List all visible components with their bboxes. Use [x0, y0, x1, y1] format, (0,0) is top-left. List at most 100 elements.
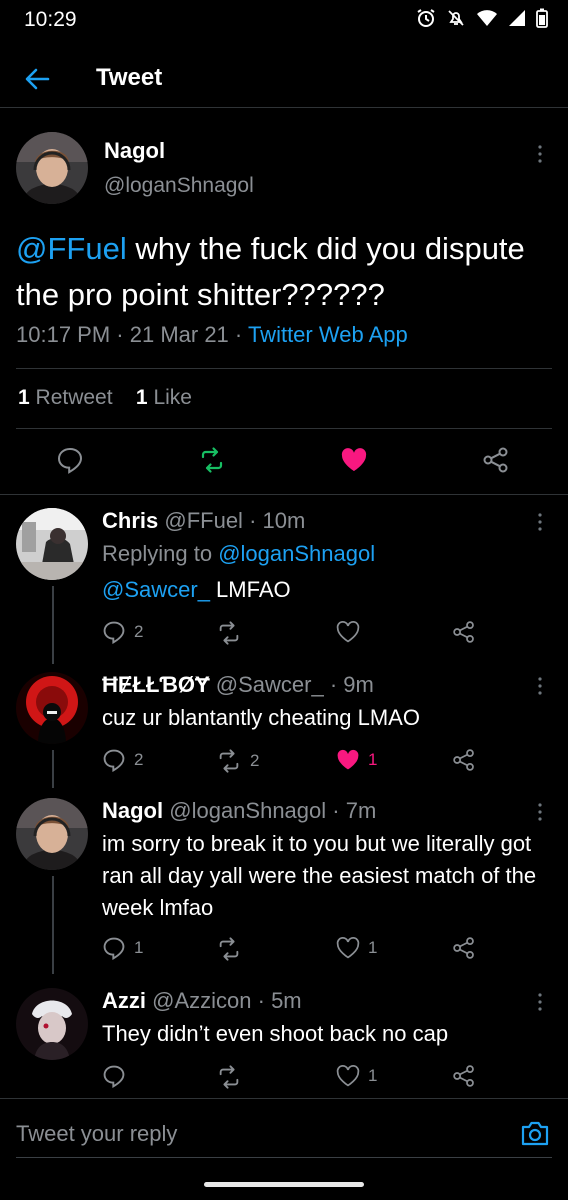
- more-options-icon[interactable]: [530, 512, 550, 532]
- reply-icon: [103, 937, 125, 960]
- reply-input[interactable]: Tweet your reply: [16, 1121, 177, 1147]
- reply-button[interactable]: 2: [102, 620, 143, 644]
- share-button[interactable]: [452, 748, 476, 772]
- reply-icon: [103, 1065, 125, 1088]
- avatar[interactable]: [16, 988, 88, 1060]
- author-handle[interactable]: @loganShnagol: [104, 174, 254, 198]
- reply-button[interactable]: 1: [102, 936, 143, 960]
- reply-icon: [103, 621, 125, 644]
- reply-button[interactable]: 2: [102, 748, 143, 772]
- retweet-icon: [219, 937, 239, 961]
- signal-icon: [509, 10, 525, 26]
- tweet-text: @FFuel why the fuck did you dispute the …: [16, 226, 556, 318]
- reply-time: 10m: [262, 508, 306, 533]
- avatar[interactable]: [16, 132, 88, 204]
- tweet-meta: 10:17 PM · 21 Mar 21 · Twitter Web App: [16, 322, 408, 348]
- share-icon: [453, 621, 474, 643]
- reply-tweet[interactable]: Azzi @Azzicon · 5m They didn’t even shoo…: [0, 974, 568, 1094]
- retweet-icon: [219, 1065, 239, 1089]
- heart-icon: [337, 749, 359, 770]
- tweet-date: 21 Mar 21: [129, 322, 229, 347]
- share-icon: [453, 749, 474, 771]
- reply-tweet[interactable]: ĦɆŁŁƁØɎ @Sawcer_ · 9m cuz ur blantantly …: [0, 658, 568, 788]
- reply-author-name[interactable]: Chris: [102, 508, 158, 533]
- like-button[interactable]: 1: [336, 1064, 377, 1088]
- status-time: 10:29: [24, 8, 77, 31]
- avatar[interactable]: [16, 508, 88, 580]
- action-bar: [0, 446, 568, 482]
- reply-author-handle[interactable]: @FFuel: [164, 508, 243, 533]
- share-button[interactable]: [452, 620, 476, 644]
- retweet-button[interactable]: [216, 620, 250, 646]
- page-title: Tweet: [96, 64, 163, 91]
- camera-icon[interactable]: [520, 1119, 550, 1147]
- meta-separator: ·: [228, 322, 248, 347]
- reply-text: im sorry to break it to you but we liter…: [102, 831, 537, 920]
- thread-line: [52, 876, 54, 974]
- replying-to: Replying to @loganShnagol: [102, 541, 376, 566]
- tweet-stats: 1 Retweet 1 Like: [18, 386, 192, 410]
- reply-composer: Tweet your reply: [0, 1098, 568, 1162]
- reply-author-name[interactable]: ĦɆŁŁƁØɎ: [102, 672, 210, 697]
- mention-link[interactable]: @Sawcer_: [102, 577, 210, 602]
- reply-icon: [103, 749, 125, 772]
- retweet-icon: [219, 749, 239, 773]
- reply-author-handle[interactable]: @Azzicon: [152, 988, 251, 1013]
- retweet-button[interactable]: [216, 1064, 250, 1090]
- input-underline: [16, 1157, 552, 1158]
- meta-separator: ·: [110, 322, 130, 347]
- reply-count: 1: [134, 938, 144, 957]
- reply-time: 7m: [345, 798, 377, 823]
- tweet-source[interactable]: Twitter Web App: [248, 322, 408, 347]
- heart-outline-icon: [336, 1065, 360, 1087]
- reply-header: Chris @FFuel · 10m: [102, 508, 306, 533]
- reply-tweet[interactable]: Chris @FFuel · 10m Replying to @loganShn…: [0, 494, 568, 664]
- share-button[interactable]: [452, 936, 476, 960]
- reply-button[interactable]: [102, 1064, 134, 1088]
- alarm-icon: [417, 9, 435, 27]
- avatar[interactable]: [16, 672, 88, 744]
- more-options-icon[interactable]: [530, 676, 550, 696]
- retweet-icon: [219, 621, 239, 645]
- reply-count: 2: [134, 750, 144, 769]
- like-stat[interactable]: 1 Like: [136, 386, 192, 409]
- avatar[interactable]: [16, 798, 88, 870]
- retweet-icon[interactable]: [198, 446, 226, 474]
- reply-action-bar: 1 1: [102, 936, 522, 962]
- like-button[interactable]: 1: [336, 936, 377, 960]
- like-button[interactable]: [336, 620, 368, 644]
- mention-link[interactable]: @loganShnagol: [218, 541, 375, 566]
- like-button[interactable]: 1: [336, 748, 377, 772]
- reply-author-handle[interactable]: @Sawcer_: [216, 672, 324, 697]
- status-bar: 10:29: [0, 0, 568, 40]
- reply-author-name[interactable]: Azzi: [102, 988, 146, 1013]
- more-options-icon[interactable]: [530, 992, 550, 1012]
- reply-author-handle[interactable]: @loganShnagol: [169, 798, 326, 823]
- status-icons: [416, 8, 548, 28]
- arrow-left-icon[interactable]: [22, 64, 52, 94]
- heart-outline-icon: [336, 937, 360, 959]
- retweet-stat[interactable]: 1 Retweet: [18, 386, 113, 409]
- retweet-button[interactable]: 2: [216, 748, 259, 774]
- battery-icon: [536, 8, 548, 28]
- reply-icon[interactable]: [56, 446, 84, 474]
- thread-line: [52, 750, 54, 788]
- reply-time: 5m: [271, 988, 302, 1013]
- more-options-icon[interactable]: [530, 802, 550, 822]
- heart-icon[interactable]: [340, 446, 368, 474]
- home-indicator[interactable]: [204, 1182, 364, 1187]
- reply-action-bar: 2: [102, 620, 522, 646]
- share-button[interactable]: [452, 1064, 476, 1088]
- reply-author-name[interactable]: Nagol: [102, 798, 163, 823]
- retweet-button[interactable]: [216, 936, 250, 962]
- more-options-icon[interactable]: [530, 144, 550, 164]
- author-name[interactable]: Nagol: [104, 138, 165, 164]
- reply-action-bar: 2 2 1: [102, 748, 522, 774]
- like-count: 1: [368, 1066, 378, 1085]
- mention-link[interactable]: @FFuel: [16, 231, 127, 266]
- reply-tweet[interactable]: Nagol @loganShnagol · 7m im sorry to bre…: [0, 784, 568, 974]
- tweet-time: 10:17 PM: [16, 322, 111, 347]
- retweet-count: 2: [250, 751, 260, 770]
- divider: [16, 368, 552, 369]
- share-icon[interactable]: [482, 446, 510, 474]
